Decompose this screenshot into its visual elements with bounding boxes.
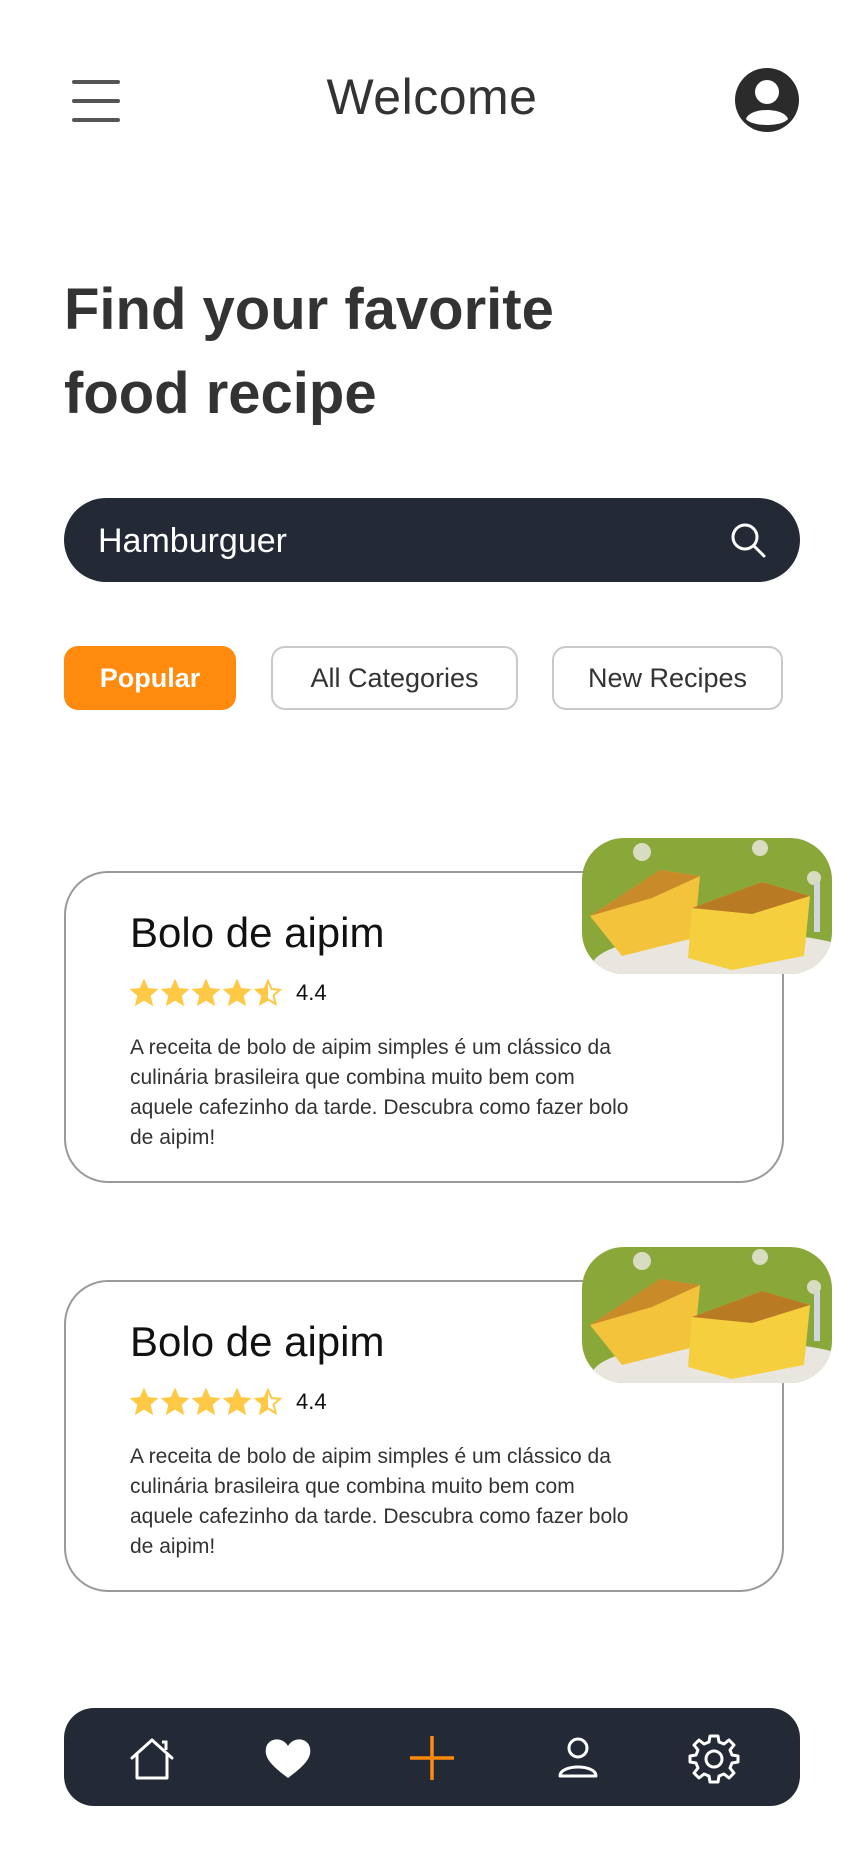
tab-popular[interactable]: Popular (64, 646, 236, 710)
hero-line-1: Find your favorite (64, 277, 554, 342)
tab-all-categories[interactable]: All Categories (271, 646, 518, 710)
rating-value: 4.4 (296, 1389, 327, 1414)
half-star-icon (254, 1388, 282, 1416)
star-icon (192, 1388, 220, 1416)
recipe-rating: 4.4 (130, 979, 327, 1007)
rating-stars (130, 979, 282, 1007)
recipe-image (582, 838, 832, 974)
recipe-rating: 4.4 (130, 1388, 327, 1416)
star-icon (223, 979, 251, 1007)
hero-line-2: food recipe (64, 361, 377, 426)
bottom-nav (64, 1708, 800, 1806)
search-icon[interactable] (728, 520, 768, 560)
half-star-icon (254, 979, 282, 1007)
recipe-image (582, 1247, 832, 1383)
rating-value: 4.4 (296, 980, 327, 1005)
gear-icon[interactable] (686, 1730, 742, 1786)
tab-new-recipes[interactable]: New Recipes (552, 646, 783, 710)
home-icon[interactable] (124, 1730, 180, 1786)
star-icon (130, 979, 158, 1007)
star-icon (161, 979, 189, 1007)
heart-icon[interactable] (260, 1730, 316, 1786)
search-input[interactable] (96, 498, 700, 584)
recipe-title: Bolo de aipim (130, 1318, 385, 1365)
search-bar (64, 498, 800, 584)
hero-heading: Find your favorite food recipe (64, 268, 664, 436)
user-icon[interactable] (550, 1730, 606, 1786)
plus-icon[interactable] (404, 1730, 460, 1786)
recipe-description: A receita de bolo de aipim simples é um … (130, 1445, 629, 1558)
star-icon (161, 1388, 189, 1416)
rating-stars (130, 1388, 282, 1416)
star-icon (130, 1388, 158, 1416)
recipe-description: A receita de bolo de aipim simples é um … (130, 1036, 629, 1149)
star-icon (223, 1388, 251, 1416)
star-icon (192, 979, 220, 1007)
avatar-icon[interactable] (734, 67, 800, 133)
recipe-title: Bolo de aipim (130, 909, 385, 956)
